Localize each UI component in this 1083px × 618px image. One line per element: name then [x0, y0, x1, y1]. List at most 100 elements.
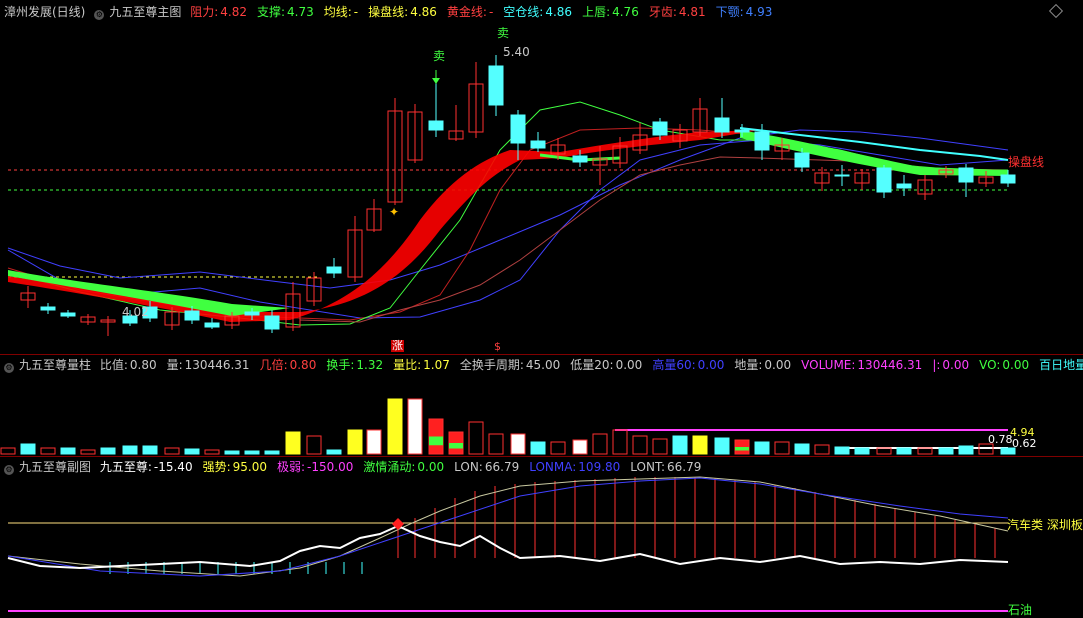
candle-body [204, 322, 220, 328]
candle-body [510, 114, 526, 144]
vol-bar [550, 441, 566, 455]
sector-label[interactable]: 汽车类 深圳板 [1007, 516, 1083, 533]
item-label: VO: [979, 358, 1001, 372]
item-label: 比值: [99, 358, 128, 372]
item-value: 4.73 [287, 5, 314, 19]
item-label: LONMA: [529, 460, 577, 474]
candle-body [572, 155, 588, 163]
item-value: 130446.31 [184, 358, 250, 372]
main-item: 牙齿: 4.81 [649, 5, 711, 19]
vol-item: |: 0.00 [932, 358, 974, 372]
vol-bar [387, 398, 403, 455]
vol-bar [347, 429, 363, 455]
vol-item: 低量20: 0.00 [570, 358, 647, 372]
main-indicator-values: 阻力: 4.82 支撑: 4.73 均线: - 操盘线: 4.86 黄金线: - 空仓线: 4.86 上… [190, 5, 782, 19]
vol-bar [612, 429, 628, 455]
main-item: 上唇: 4.76 [582, 5, 644, 19]
vol-item: 比值: 0.80 [100, 358, 162, 372]
vol-bar [468, 421, 484, 455]
vol-item: 几倍: 0.80 [260, 358, 322, 372]
item-value: 0.00 [615, 358, 643, 372]
item-label: 量: [166, 358, 183, 372]
candle-body [1000, 174, 1016, 184]
candle-body [754, 131, 770, 151]
operation-line-label: 操盘线 [1008, 155, 1045, 169]
candle-body [958, 167, 974, 183]
vol-bar-seg [429, 436, 443, 446]
vol-mark-b: 0.78 [988, 433, 1013, 446]
vol-bar [224, 450, 240, 455]
vol-bar [572, 439, 588, 455]
main-item: 下颚: 4.93 [716, 5, 778, 19]
item-label: LONT: [630, 460, 666, 474]
volume-chart[interactable] [0, 374, 1083, 456]
sub-item: 九五至尊: -15.40 [100, 460, 198, 474]
item-label: 激情涌动: [363, 460, 416, 474]
vol-bar [814, 444, 830, 455]
vol-bar [530, 441, 546, 455]
settings-icon[interactable]: ⚙ [4, 363, 14, 373]
vol-item: 量: 130446.31 [167, 358, 255, 372]
item-label: 黄金线: [446, 5, 487, 19]
candle-body [60, 312, 76, 317]
sub-item: 强势: 95.00 [203, 460, 272, 474]
item-value: 4.93 [745, 5, 773, 19]
item-label: 低量20: [570, 358, 614, 372]
settings-icon[interactable]: ⚙ [4, 465, 14, 475]
item-value: 1.32 [356, 358, 384, 372]
item-label: 地量: [734, 358, 763, 372]
item-value: 0.80 [129, 358, 157, 372]
item-value: 1.07 [423, 358, 450, 372]
vol-mark-c: 0.62 [1012, 437, 1037, 450]
item-label: 高量60: [652, 358, 696, 372]
sub-indicator-name[interactable]: 九五至尊副图 [19, 460, 91, 474]
vol-bar [60, 447, 76, 455]
item-value: 130446.31 [857, 358, 923, 372]
candle-body [714, 117, 730, 133]
item-label: 下颚: [715, 5, 744, 19]
candle-body [488, 65, 504, 106]
item-value: 0.80 [289, 358, 317, 372]
candle-body [834, 174, 850, 177]
sub-indicator-chart[interactable] [0, 476, 1083, 617]
item-value: - [488, 5, 494, 19]
vol-item: 量比: 1.07 [393, 358, 455, 372]
main-item: 支撑: 4.73 [257, 5, 319, 19]
item-label: VOLUME: [801, 358, 856, 372]
vol-indicator-name[interactable]: 九五至尊量柱 [19, 358, 91, 372]
vol-bar [326, 449, 342, 455]
item-label: 均线: [323, 5, 352, 19]
sell-arrow-head [432, 78, 440, 84]
item-label: 量比: [393, 358, 422, 372]
oil-label[interactable]: 石油 [1008, 601, 1032, 618]
high-price-label: 5.40 [503, 45, 530, 59]
main-header: 漳州发展(日线) ⚙ 九五至尊主图 阻力: 4.82 支撑: 4.73 均线: - 操盘线: 4.… [0, 3, 1083, 21]
vol-bar [20, 443, 36, 455]
candle-body [40, 306, 56, 311]
vol-bar [164, 447, 180, 455]
vol-bar [672, 435, 688, 455]
sub-header: ⚙ 九五至尊副图 九五至尊: -15.40 强势: 95.00 极弱: -150.00 激情涌… [0, 458, 1083, 476]
item-value: 0.00 [764, 358, 792, 372]
vol-bar [774, 441, 790, 455]
item-value: -15.40 [153, 460, 193, 474]
vol-bar-seg [735, 447, 749, 451]
item-label: LON: [454, 460, 483, 474]
lonma-line [7, 476, 1009, 577]
item-value: 4.81 [678, 5, 706, 19]
vol-bar [592, 433, 608, 455]
vol-bar [510, 433, 526, 455]
main-indicator-name[interactable]: 九五至尊主图 [109, 5, 181, 19]
vol-bar [80, 449, 96, 455]
vol-bar [692, 435, 708, 455]
jzz-line [7, 524, 1009, 570]
vol-bar [366, 429, 382, 455]
stock-title[interactable]: 漳州发展(日线) [4, 5, 85, 19]
vol-bar [204, 449, 220, 455]
settings-icon[interactable]: ⚙ [94, 10, 105, 20]
item-value: 66.79 [667, 460, 702, 474]
main-kline-chart[interactable]: ✦ [0, 20, 1083, 355]
butterfly-icon: ✦ [389, 205, 399, 219]
sell-signal-2: 卖 [497, 26, 510, 40]
sub-item: LONMA: 109.80 [529, 460, 625, 474]
